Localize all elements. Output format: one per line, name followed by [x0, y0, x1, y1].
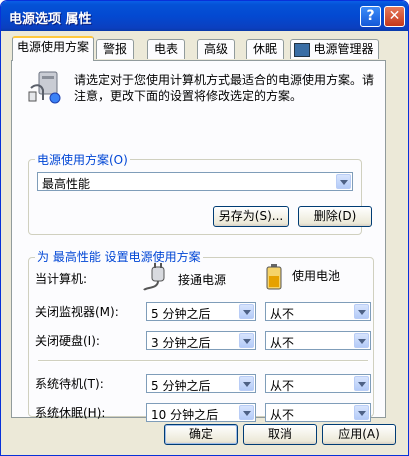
tab-power-manager[interactable]: 电源管理器 — [290, 39, 379, 59]
chevron-down-icon[interactable] — [354, 376, 369, 391]
monitor-plugged-value: 5 分钟之后 — [151, 307, 211, 321]
monitor-icon — [294, 43, 310, 57]
on-battery-header: 使用电池 — [292, 269, 341, 283]
ok-button[interactable]: 确定 — [164, 424, 238, 445]
plug-icon — [143, 263, 165, 291]
battery-icon — [266, 264, 282, 290]
tab-advanced[interactable]: 高级 — [197, 39, 235, 59]
power-schemes-panel: 请选定对于您使用计算机方式最适合的电源使用方案。请 注意，更改下面的设置将修改选… — [11, 60, 386, 422]
tab-power-manager-label: 电源管理器 — [313, 42, 374, 56]
tab-power-schemes[interactable]: 电源使用方案 — [12, 36, 94, 61]
divider — [38, 360, 368, 362]
turn-off-hdd-label: 关闭硬盘(I): — [35, 334, 100, 348]
tab-power-meter[interactable]: 电表 — [147, 39, 185, 59]
standby-battery-value: 从不 — [270, 379, 295, 393]
power-schemes-icon — [28, 71, 61, 104]
chevron-down-icon[interactable] — [239, 376, 254, 391]
delete-button[interactable]: 删除(D) — [298, 206, 372, 227]
monitor-battery-value: 从不 — [270, 307, 295, 321]
hdd-plugged-value: 3 分钟之后 — [151, 336, 211, 350]
monitor-battery-select[interactable]: 从不 — [265, 302, 371, 321]
save-as-button[interactable]: 另存为(S)... — [213, 206, 289, 227]
chevron-down-icon[interactable] — [354, 405, 369, 420]
monitor-plugged-select[interactable]: 5 分钟之后 — [146, 302, 256, 321]
hibernate-battery-select[interactable]: 从不 — [265, 403, 371, 422]
standby-battery-select[interactable]: 从不 — [265, 374, 371, 393]
chevron-down-icon[interactable] — [239, 405, 254, 420]
hdd-battery-select[interactable]: 从不 — [265, 331, 371, 350]
close-button[interactable]: ✕ — [384, 6, 405, 27]
hdd-battery-value: 从不 — [270, 336, 295, 350]
tab-hibernate[interactable]: 休眠 — [246, 39, 284, 59]
system-hibernate-label: 系统休眠(H): — [35, 406, 106, 420]
apply-button[interactable]: 应用(A) — [322, 424, 396, 445]
chevron-down-icon[interactable] — [354, 333, 369, 348]
scheme-group-title: 电源使用方案(O) — [35, 151, 130, 168]
help-button[interactable]: ? — [360, 6, 381, 27]
chevron-down-icon[interactable] — [239, 333, 254, 348]
computer-label: 当计算机: — [35, 272, 88, 286]
tab-alarms[interactable]: 警报 — [96, 39, 134, 59]
power-options-dialog: 电源选项 属性 ? ✕ 电源使用方案 警报 电表 高级 休眠 电源管理器 请选定… — [0, 0, 409, 456]
chevron-down-icon[interactable] — [354, 304, 369, 319]
scheme-select-value: 最高性能 — [42, 177, 91, 191]
hdd-plugged-select[interactable]: 3 分钟之后 — [146, 331, 256, 350]
standby-plugged-value: 5 分钟之后 — [151, 379, 211, 393]
dialog-client-area: 电源使用方案 警报 电表 高级 休眠 电源管理器 请选定对于您使用计算机方式最适… — [4, 31, 405, 454]
cancel-button[interactable]: 取消 — [243, 424, 317, 445]
turn-off-monitor-label: 关闭监视器(M): — [35, 305, 119, 319]
intro-line-1: 请选定对于您使用计算机方式最适合的电源使用方案。请 — [74, 73, 375, 87]
chevron-down-icon[interactable] — [239, 304, 254, 319]
hibernate-battery-value: 从不 — [270, 408, 295, 422]
plugged-in-header: 接通电源 — [178, 273, 227, 287]
intro-line-2: 注意，更改下面的设置将修改选定的方案。 — [74, 89, 303, 103]
hibernate-plugged-value: 10 分钟之后 — [151, 408, 219, 422]
hibernate-plugged-select[interactable]: 10 分钟之后 — [146, 403, 256, 422]
settings-group-title: 为 最高性能 设置电源使用方案 — [35, 248, 203, 265]
standby-plugged-select[interactable]: 5 分钟之后 — [146, 374, 256, 393]
scheme-select[interactable]: 最高性能 — [37, 172, 353, 191]
system-standby-label: 系统待机(T): — [35, 377, 104, 391]
chevron-down-icon[interactable] — [336, 174, 351, 189]
title-bar[interactable]: 电源选项 属性 ? ✕ — [1, 1, 408, 31]
window-title: 电源选项 属性 — [9, 12, 92, 27]
